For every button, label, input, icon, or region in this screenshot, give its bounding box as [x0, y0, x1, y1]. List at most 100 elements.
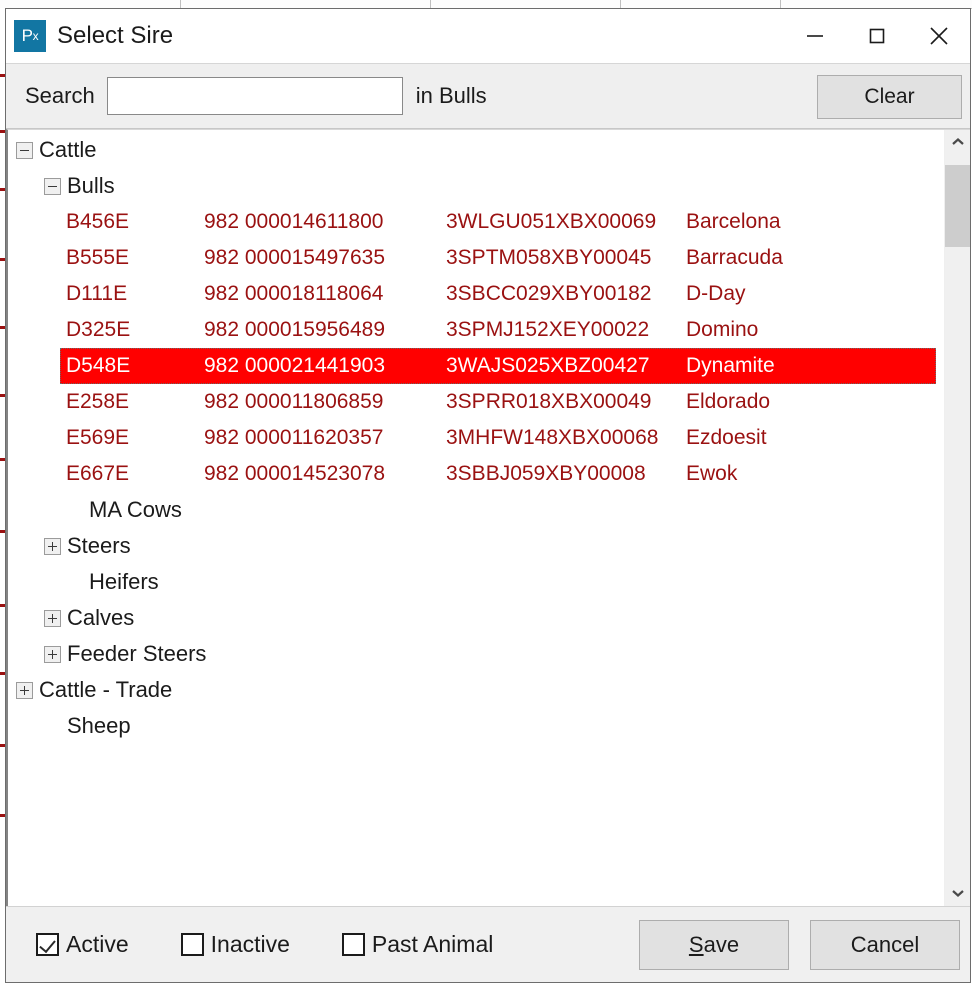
app-logo-subletter: x: [32, 29, 39, 43]
animal-eid: 982 000014611800: [204, 210, 384, 233]
minimize-button[interactable]: [784, 9, 846, 63]
scrollbar-track[interactable]: [945, 155, 970, 881]
tree-list: Cattle Bulls B456E 982 000014611800 3WLGU051…: [8, 130, 945, 906]
animal-name: Barracuda: [686, 246, 783, 269]
tree-panel: Cattle Bulls B456E 982 000014611800 3WLGU051…: [6, 129, 970, 906]
animal-tag: E258E: [66, 390, 130, 413]
expand-icon[interactable]: [16, 681, 33, 699]
animal-row[interactable]: D111E 982 000018118064 3SBCC029XBY00182 D-D…: [8, 276, 945, 312]
footer-bar: Active Inactive Past Animal Save Cancel: [6, 906, 970, 982]
checkbox-past-animal[interactable]: Past Animal: [341, 931, 493, 958]
checkbox-label: Inactive: [210, 931, 290, 957]
tree-node-label: Calves: [67, 605, 135, 630]
tree-node-cattle-trade[interactable]: Cattle - Trade: [8, 672, 945, 708]
animal-registration: 3SBCC029XBY00182: [446, 282, 652, 305]
checkbox-unchecked-icon[interactable]: [180, 933, 204, 956]
save-accel-letter: S: [688, 931, 704, 957]
tree-scrollbar[interactable]: [944, 130, 970, 906]
animal-eid: 982 000011806859: [204, 390, 384, 413]
tree-node-label: Cattle: [39, 137, 97, 162]
animal-tag: E667E: [66, 462, 130, 485]
animal-eid: 982 000015497635: [204, 246, 386, 269]
tree-node-label: MA Cows: [89, 497, 182, 522]
tree-node-sheep[interactable]: Sheep: [8, 708, 945, 744]
tree-node-ma-cows[interactable]: MA Cows: [8, 492, 945, 528]
tree-node-label: Sheep: [67, 713, 131, 738]
tree-node-calves[interactable]: Calves: [8, 600, 945, 636]
animal-eid: 982 000018118064: [204, 282, 384, 305]
tree-node-cattle[interactable]: Cattle: [8, 132, 945, 168]
scroll-up-button[interactable]: [945, 130, 970, 155]
animal-registration: 3MHFW148XBX00068: [446, 426, 659, 449]
animal-name: D-Day: [686, 282, 746, 305]
collapse-icon[interactable]: [44, 177, 61, 195]
select-sire-dialog: Px Select Sire Search in Bulls Clear Cat…: [5, 8, 971, 983]
save-label-rest: ave: [703, 931, 740, 957]
animal-registration: 3WLGU051XBX00069: [446, 210, 657, 233]
checkbox-active[interactable]: Active: [36, 931, 129, 958]
animal-row[interactable]: E569E 982 000011620357 3MHFW148XBX00068 Ezd…: [8, 420, 945, 456]
animal-name: Domino: [686, 318, 759, 341]
animal-registration: 3SPMJ152XEY00022: [446, 318, 650, 341]
tree-node-label: Feeder Steers: [67, 641, 207, 666]
tree-node-label: Heifers: [89, 569, 159, 594]
chevron-down-icon: [951, 885, 965, 903]
animal-tag: D111E: [66, 282, 128, 305]
expand-icon[interactable]: [44, 537, 61, 555]
clear-button[interactable]: Clear: [817, 75, 962, 119]
close-button[interactable]: [908, 9, 970, 63]
search-bar: Search in Bulls Clear: [6, 63, 970, 129]
animal-name: Barcelona: [686, 210, 781, 233]
animal-row[interactable]: E258E 982 000011806859 3SPRR018XBX00049 Eld…: [8, 384, 945, 420]
window-controls: [784, 9, 970, 63]
save-button[interactable]: Save: [639, 919, 789, 970]
animal-eid: 982 000014523078: [204, 462, 386, 485]
tree-node-label: Bulls: [67, 173, 115, 198]
animal-row[interactable]: D325E 982 000015956489 3SPMJ152XEY00022 Dom…: [8, 312, 945, 348]
animal-row[interactable]: B456E 982 000014611800 3WLGU051XBX00069 Bar…: [8, 204, 945, 240]
close-icon: [924, 21, 954, 51]
chevron-up-icon: [951, 134, 965, 152]
tree-node-feeder-steers[interactable]: Feeder Steers: [8, 636, 945, 672]
animal-eid: 982 000015956489: [204, 318, 386, 341]
animal-row[interactable]: B555E 982 000015497635 3SPTM058XBY00045 Bar…: [8, 240, 945, 276]
checkbox-label: Active: [66, 931, 129, 957]
scrollbar-thumb[interactable]: [945, 165, 970, 247]
scroll-down-button[interactable]: [945, 881, 970, 906]
tree-node-bulls[interactable]: Bulls: [8, 168, 945, 204]
animal-name: Eldorado: [686, 390, 771, 413]
collapse-icon[interactable]: [16, 141, 33, 159]
maximize-icon: [864, 23, 890, 49]
animal-row-selected[interactable]: D548E 982 000021441903 3WAJS025XBZ00427 Dyn…: [60, 348, 936, 384]
checkbox-checked-icon[interactable]: [36, 933, 59, 956]
footer-buttons: Save Cancel: [639, 919, 960, 970]
animal-tag: B456E: [66, 210, 130, 233]
tree-node-steers[interactable]: Steers: [8, 528, 945, 564]
search-input[interactable]: [106, 77, 403, 115]
animal-registration: 3WAJS025XBZ00427: [446, 354, 650, 377]
search-label: Search: [25, 83, 95, 108]
animal-tag: D548E: [66, 354, 131, 377]
expand-icon[interactable]: [44, 609, 61, 627]
animal-eid: 982 000021441903: [204, 354, 386, 377]
search-scope-label: in Bulls: [415, 83, 487, 108]
tree-node-label: Cattle - Trade: [39, 677, 173, 702]
animal-tag: B555E: [66, 246, 130, 269]
animal-name: Dynamite: [686, 354, 775, 377]
checkbox-inactive[interactable]: Inactive: [180, 931, 290, 958]
maximize-button[interactable]: [846, 9, 908, 63]
checkbox-unchecked-icon[interactable]: [341, 933, 365, 956]
animal-registration: 3SPTM058XBY00045: [446, 246, 652, 269]
expand-icon[interactable]: [44, 645, 61, 663]
animal-row[interactable]: E667E 982 000014523078 3SBBJ059XBY00008 Ewo…: [8, 456, 945, 492]
tree-node-heifers[interactable]: Heifers: [8, 564, 945, 600]
tree-node-label: Steers: [67, 533, 131, 558]
animal-name: Ezdoesit: [686, 426, 767, 449]
cancel-button[interactable]: Cancel: [810, 919, 960, 970]
minimize-icon: [802, 23, 828, 49]
animal-tag: D325E: [66, 318, 131, 341]
title-bar: Px Select Sire: [6, 9, 970, 63]
